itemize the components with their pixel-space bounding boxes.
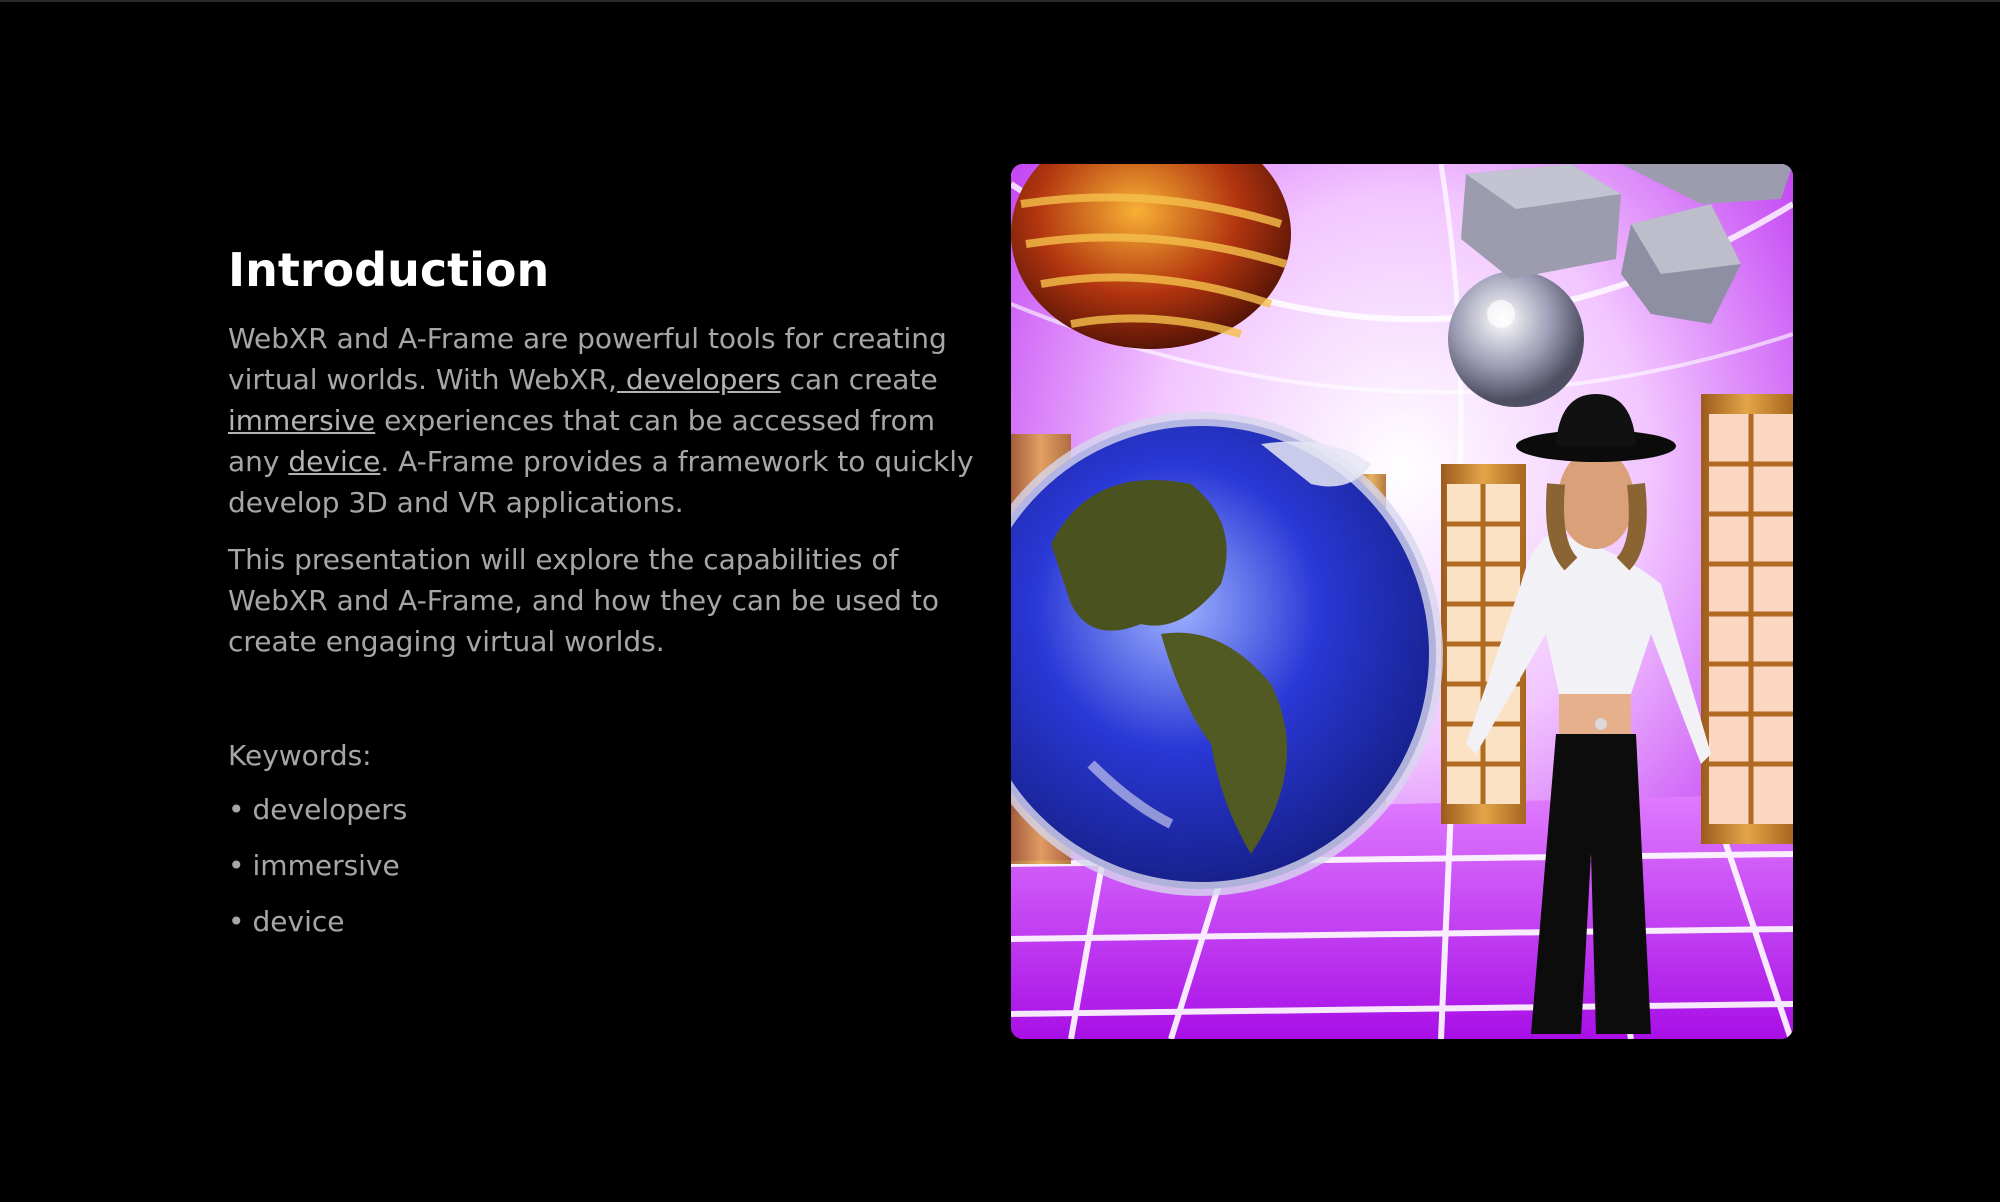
- keyword-item: • immersive: [228, 846, 978, 886]
- top-border: [0, 0, 2000, 2]
- keywords-label: Keywords:: [228, 739, 372, 772]
- presentation-paragraph: This presentation will explore the capab…: [228, 543, 939, 658]
- intro-paragraph: WebXR and A-Frame are powerful tools for…: [228, 318, 978, 523]
- keyword-link-device[interactable]: device: [288, 445, 380, 478]
- bullet-icon: •: [228, 849, 245, 882]
- keyword-text: device: [252, 905, 345, 938]
- bullet-icon: •: [228, 793, 245, 826]
- keywords-list: • developers • immersive • device: [228, 790, 978, 942]
- keyword-item: • device: [228, 902, 978, 942]
- keyword-link-developers[interactable]: developers: [617, 363, 781, 396]
- virtual-world-illustration: [1011, 164, 1793, 1039]
- keyword-link-immersive[interactable]: immersive: [228, 404, 375, 437]
- text-column: Introduction WebXR and A-Frame are power…: [228, 240, 978, 958]
- virtual-world-image: [1011, 164, 1793, 1039]
- bullet-icon: •: [228, 905, 245, 938]
- keyword-text: developers: [252, 793, 408, 826]
- keyword-text: immersive: [252, 849, 400, 882]
- slide-title: Introduction: [228, 243, 550, 297]
- keyword-item: • developers: [228, 790, 978, 830]
- intro-text-2: can create: [780, 363, 938, 396]
